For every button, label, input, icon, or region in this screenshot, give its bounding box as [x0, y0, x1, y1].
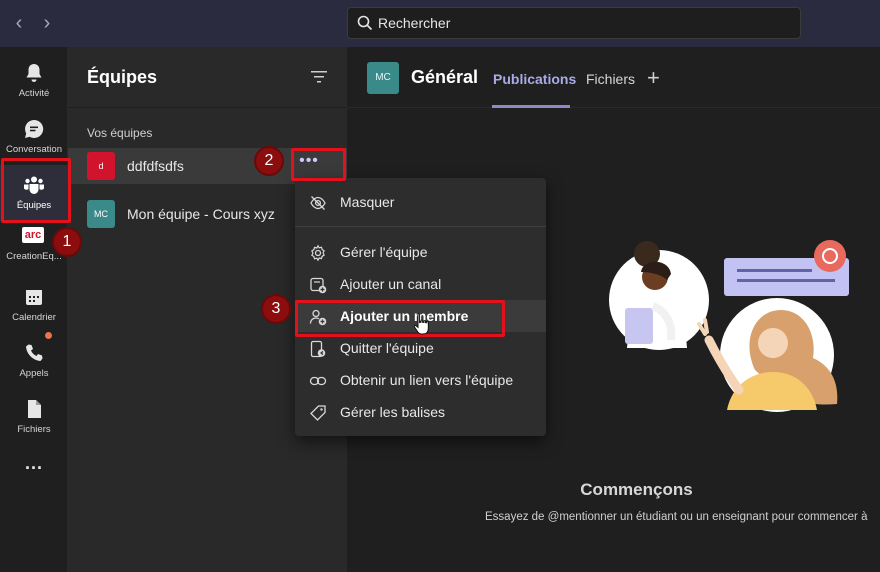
- team-name: ddfdfsdfs: [127, 158, 184, 174]
- annotation-highlight-add-member: [295, 300, 505, 337]
- leave-icon: [310, 340, 326, 358]
- menu-item-label: Gérer l'équipe: [340, 244, 428, 260]
- avatar: MC: [367, 62, 399, 94]
- step-badge-2: 2: [256, 148, 282, 174]
- tab-files[interactable]: Fichiers: [586, 71, 635, 87]
- notification-dot: [45, 332, 52, 339]
- title-bar: ‹ › Rechercher: [0, 0, 880, 47]
- rail-item-calls[interactable]: Appels: [0, 332, 68, 389]
- rail-item-chat[interactable]: Conversation: [0, 109, 68, 165]
- welcome-subtitle: Essayez de @mentionner un étudiant ou un…: [485, 511, 868, 523]
- menu-item-get-link[interactable]: Obtenir un lien vers l'équipe: [295, 364, 546, 396]
- menu-item-label: Gérer les balises: [340, 404, 446, 420]
- rail-item-label: Activité: [18, 88, 50, 99]
- rail-item-activity[interactable]: Activité: [0, 53, 68, 109]
- annotation-highlight-teams: [1, 158, 71, 223]
- add-channel-icon: [310, 277, 327, 294]
- menu-item-manage-tags[interactable]: Gérer les balises: [295, 396, 546, 428]
- app-rail: Activité Conversation Équipes arc Creati…: [0, 47, 68, 572]
- search-input[interactable]: Rechercher: [347, 7, 801, 39]
- rail-item-files[interactable]: Fichiers: [0, 389, 68, 445]
- filter-icon[interactable]: [311, 71, 327, 83]
- back-arrow-icon[interactable]: ‹: [8, 12, 30, 34]
- hand-cursor-icon: [413, 313, 429, 335]
- menu-item-hide[interactable]: Masquer: [295, 186, 546, 218]
- step-badge-3: 3: [263, 296, 289, 322]
- avatar: MC: [87, 200, 115, 228]
- menu-item-label: Masquer: [340, 194, 395, 210]
- gear-icon: [311, 244, 325, 262]
- rail-item-label: Conversation: [6, 144, 62, 155]
- phone-icon: [26, 344, 43, 361]
- step-badge-1: 1: [54, 229, 80, 255]
- forward-arrow-icon[interactable]: ›: [36, 12, 58, 34]
- welcome-title: Commençons: [580, 480, 693, 499]
- team-name: Mon équipe - Cours xyz: [127, 206, 275, 222]
- menu-item-label: Obtenir un lien vers l'équipe: [340, 372, 514, 388]
- search-placeholder: Rechercher: [378, 15, 451, 31]
- app-logo-icon: arc: [22, 227, 44, 243]
- tag-icon: [310, 405, 326, 421]
- menu-item-manage-team[interactable]: Gérer l'équipe: [295, 236, 546, 268]
- rail-item-calendar[interactable]: Calendrier: [0, 277, 68, 333]
- rail-item-label: Appels: [19, 368, 49, 379]
- chat-icon: [25, 119, 44, 138]
- tab-publications[interactable]: Publications: [493, 71, 576, 87]
- calendar-icon: [26, 290, 42, 305]
- add-tab-button[interactable]: +: [647, 67, 660, 89]
- menu-item-add-channel[interactable]: Ajouter un canal: [295, 268, 546, 300]
- menu-item-label: Ajouter un canal: [340, 276, 442, 292]
- more-apps-icon: ...: [24, 453, 43, 473]
- search-icon: [357, 15, 373, 31]
- panel-title: Équipes: [87, 67, 158, 87]
- file-icon: [28, 400, 41, 418]
- menu-item-label: Quitter l'équipe: [340, 340, 434, 356]
- section-label: Vos équipes: [87, 126, 153, 140]
- avatar: d: [87, 152, 115, 180]
- divider: [295, 226, 546, 227]
- channel-header: MC Général Publications Fichiers +: [347, 47, 880, 108]
- active-tab-indicator: [492, 105, 570, 108]
- rail-item-label: Fichiers: [17, 424, 51, 435]
- rail-item-more-apps[interactable]: ...: [0, 445, 68, 501]
- link-icon: [309, 376, 327, 386]
- annotation-highlight-more: [291, 148, 346, 181]
- welcome-illustration: [609, 240, 849, 412]
- eye-off-icon: [310, 196, 326, 210]
- channel-title: Général: [411, 67, 479, 87]
- divider: [68, 107, 347, 108]
- rail-item-label: Calendrier: [12, 312, 56, 323]
- bell-icon: [26, 64, 42, 82]
- rail-item-label: CreationEq...: [6, 251, 62, 262]
